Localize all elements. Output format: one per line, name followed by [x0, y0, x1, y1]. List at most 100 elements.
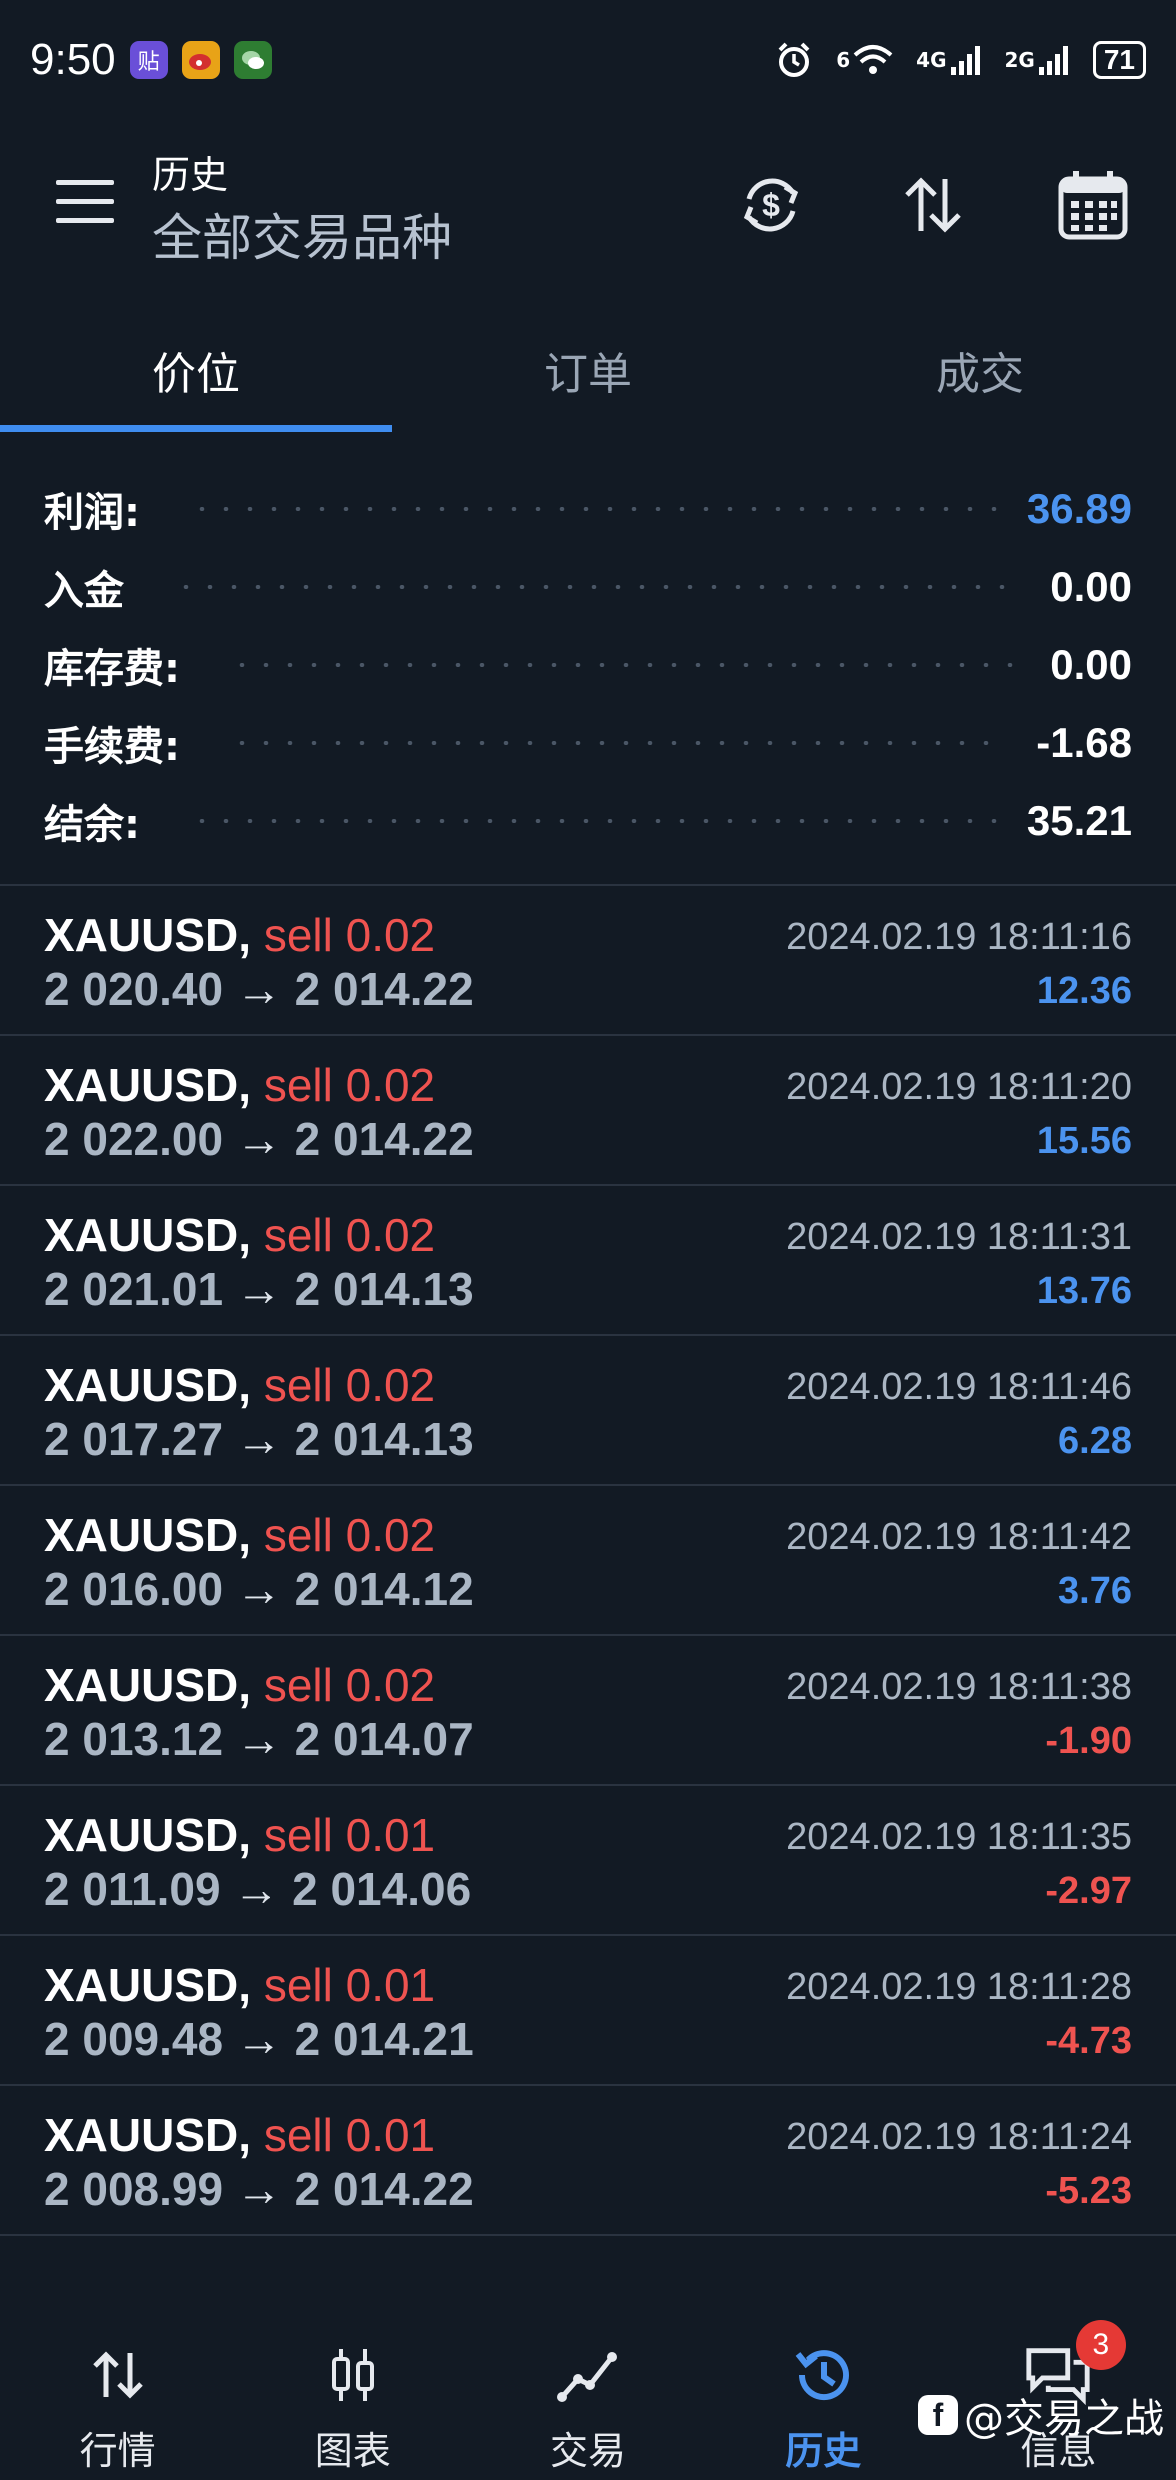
deal-symbol: XAUUSD,	[44, 1059, 252, 1111]
deal-symbol: XAUUSD,	[44, 1209, 252, 1261]
signal-2g-icon: 2G	[1005, 43, 1071, 77]
deal-profit: -5.23	[1045, 2170, 1132, 2212]
weibo-logo-icon: f	[918, 2395, 958, 2435]
deal-symbol: XAUUSD,	[44, 1959, 252, 2011]
deal-side-volume: sell 0.01	[263, 1959, 436, 2011]
history-tabs: 价位 订单 成交	[0, 320, 1176, 440]
deal-open-price: 2 017.27	[44, 1413, 224, 1465]
deal-time: 2024.02.19 18:11:24	[786, 2116, 1132, 2158]
deal-row[interactable]: XAUUSD, sell 0.02 2 017.27 → 2 014.13 20…	[0, 1336, 1176, 1486]
deal-profit: 12.36	[1036, 970, 1132, 1012]
status-bar: 9:50 贴 6 4G 2G 71	[0, 0, 1176, 120]
deal-title: XAUUSD, sell 0.02	[44, 1358, 435, 1412]
deal-prices: 2 013.12 → 2 014.07	[44, 1712, 474, 1766]
deal-profit: 15.56	[1036, 1120, 1132, 1162]
arrow-right-icon: →	[235, 1263, 282, 1315]
deal-side-volume: sell 0.01	[263, 1809, 436, 1861]
network-2g-label: 2G	[1004, 48, 1035, 72]
balance-label: 结余:	[44, 802, 140, 848]
symbol-filter[interactable]: 全部交易品种	[152, 198, 452, 270]
tab-positions[interactable]: 价位	[0, 320, 392, 432]
deal-time: 2024.02.19 18:11:31	[786, 1216, 1132, 1258]
deal-symbol: XAUUSD,	[44, 909, 252, 961]
deal-title: XAUUSD, sell 0.01	[44, 2108, 435, 2162]
arrow-right-icon: →	[235, 2163, 282, 2215]
commission-value: -1.68	[1036, 719, 1132, 766]
deal-close-price: 2 014.07	[294, 1713, 474, 1765]
swap-value: 0.00	[1050, 641, 1132, 688]
deal-close-price: 2 014.13	[294, 1263, 474, 1315]
tab-deals[interactable]: 成交	[784, 320, 1176, 420]
summary-row-balance: 结余: 35.21	[0, 782, 1176, 860]
calendar-button[interactable]	[1048, 160, 1138, 250]
deal-open-price: 2 009.48	[44, 2013, 224, 2065]
deal-open-price: 2 011.09	[44, 1863, 221, 1915]
deal-open-price: 2 008.99	[44, 2163, 224, 2215]
deal-open-price: 2 016.00	[44, 1563, 224, 1615]
deal-prices: 2 022.00 → 2 014.22	[44, 1112, 474, 1166]
quotes-icon	[83, 2340, 153, 2410]
deal-row[interactable]: XAUUSD, sell 0.02 2 022.00 → 2 014.22 20…	[0, 1036, 1176, 1186]
deal-close-price: 2 014.22	[294, 2163, 474, 2215]
nav-chart[interactable]: 图表	[235, 2310, 470, 2480]
deal-close-price: 2 014.13	[294, 1413, 474, 1465]
nav-trade[interactable]: 交易	[470, 2310, 705, 2480]
arrow-right-icon: →	[235, 1413, 282, 1465]
deal-row[interactable]: XAUUSD, sell 0.02 2 016.00 → 2 014.12 20…	[0, 1486, 1176, 1636]
deal-side-volume: sell 0.01	[263, 2109, 436, 2161]
deal-side-volume: sell 0.02	[263, 1659, 436, 1711]
alarm-icon	[774, 40, 814, 80]
deal-prices: 2 009.48 → 2 014.21	[44, 2012, 474, 2066]
tab-orders[interactable]: 订单	[392, 320, 784, 420]
watermark: f @交易之战	[918, 2386, 1164, 2444]
dot-leader	[174, 585, 1021, 589]
watermark-text: @交易之战	[964, 2396, 1164, 2442]
wifi-tag: 6	[836, 48, 851, 72]
deal-title: XAUUSD, sell 0.01	[44, 1958, 435, 2012]
network-4g-label: 4G	[916, 48, 947, 72]
deal-symbol: XAUUSD,	[44, 2109, 252, 2161]
deal-row[interactable]: XAUUSD, sell 0.01 2 009.48 → 2 014.21 20…	[0, 1936, 1176, 2086]
deal-symbol: XAUUSD,	[44, 1659, 252, 1711]
status-bar-left: 9:50 贴	[30, 35, 272, 85]
deal-row[interactable]: XAUUSD, sell 0.02 2 013.12 → 2 014.07 20…	[0, 1636, 1176, 1786]
calendar-icon	[1058, 171, 1128, 240]
arrow-right-icon: →	[235, 1563, 282, 1615]
swap-label: 库存费:	[44, 646, 180, 692]
summary-row-deposit: 入金 0.00	[0, 548, 1176, 626]
deal-prices: 2 008.99 → 2 014.22	[44, 2162, 474, 2216]
deal-symbol: XAUUSD,	[44, 1809, 252, 1861]
account-summary: 利润: 36.89 入金 0.00 库存费: 0.00 手续费: -1.68 结…	[0, 470, 1176, 860]
unread-badge: 3	[1075, 2320, 1126, 2370]
arrow-right-icon: →	[235, 1713, 282, 1765]
profit-label: 利润:	[44, 490, 140, 536]
balance-value: 35.21	[1026, 797, 1132, 844]
nav-trade-label: 交易	[550, 2429, 627, 2473]
chart-icon	[318, 2340, 388, 2410]
deals-list: XAUUSD, sell 0.02 2 020.40 → 2 014.22 20…	[0, 886, 1176, 2236]
nav-history[interactable]: 历史	[706, 2310, 941, 2480]
wechat-app-icon	[233, 41, 272, 79]
deal-row[interactable]: XAUUSD, sell 0.01 2 011.09 → 2 014.06 20…	[0, 1786, 1176, 1936]
deal-time: 2024.02.19 18:11:42	[786, 1516, 1132, 1558]
arrow-right-icon: →	[235, 963, 282, 1015]
deal-row[interactable]: XAUUSD, sell 0.02 2 021.01 → 2 014.13 20…	[0, 1186, 1176, 1336]
deal-profit: 3.76	[1058, 1570, 1132, 1612]
arrow-right-icon: →	[233, 1863, 280, 1915]
deal-time: 2024.02.19 18:11:38	[786, 1666, 1132, 1708]
deal-title: XAUUSD, sell 0.01	[44, 1808, 435, 1862]
deal-row[interactable]: XAUUSD, sell 0.01 2 008.99 → 2 014.22 20…	[0, 2086, 1176, 2236]
weibo-app-icon	[181, 41, 220, 79]
deal-prices: 2 011.09 → 2 014.06	[44, 1862, 471, 1916]
nav-quotes[interactable]: 行情	[0, 2310, 235, 2480]
deal-title: XAUUSD, sell 0.02	[44, 1508, 435, 1562]
commission-label: 手续费:	[44, 724, 180, 770]
deal-open-price: 2 020.40	[44, 963, 224, 1015]
currency-refresh-button[interactable]: $	[726, 160, 816, 250]
deal-close-price: 2 014.21	[294, 2013, 474, 2065]
sort-button[interactable]	[888, 160, 978, 250]
deal-symbol: XAUUSD,	[44, 1359, 252, 1411]
deal-row[interactable]: XAUUSD, sell 0.02 2 020.40 → 2 014.22 20…	[0, 886, 1176, 1036]
currency-refresh-icon: $	[743, 178, 799, 232]
menu-icon[interactable]	[56, 180, 116, 224]
